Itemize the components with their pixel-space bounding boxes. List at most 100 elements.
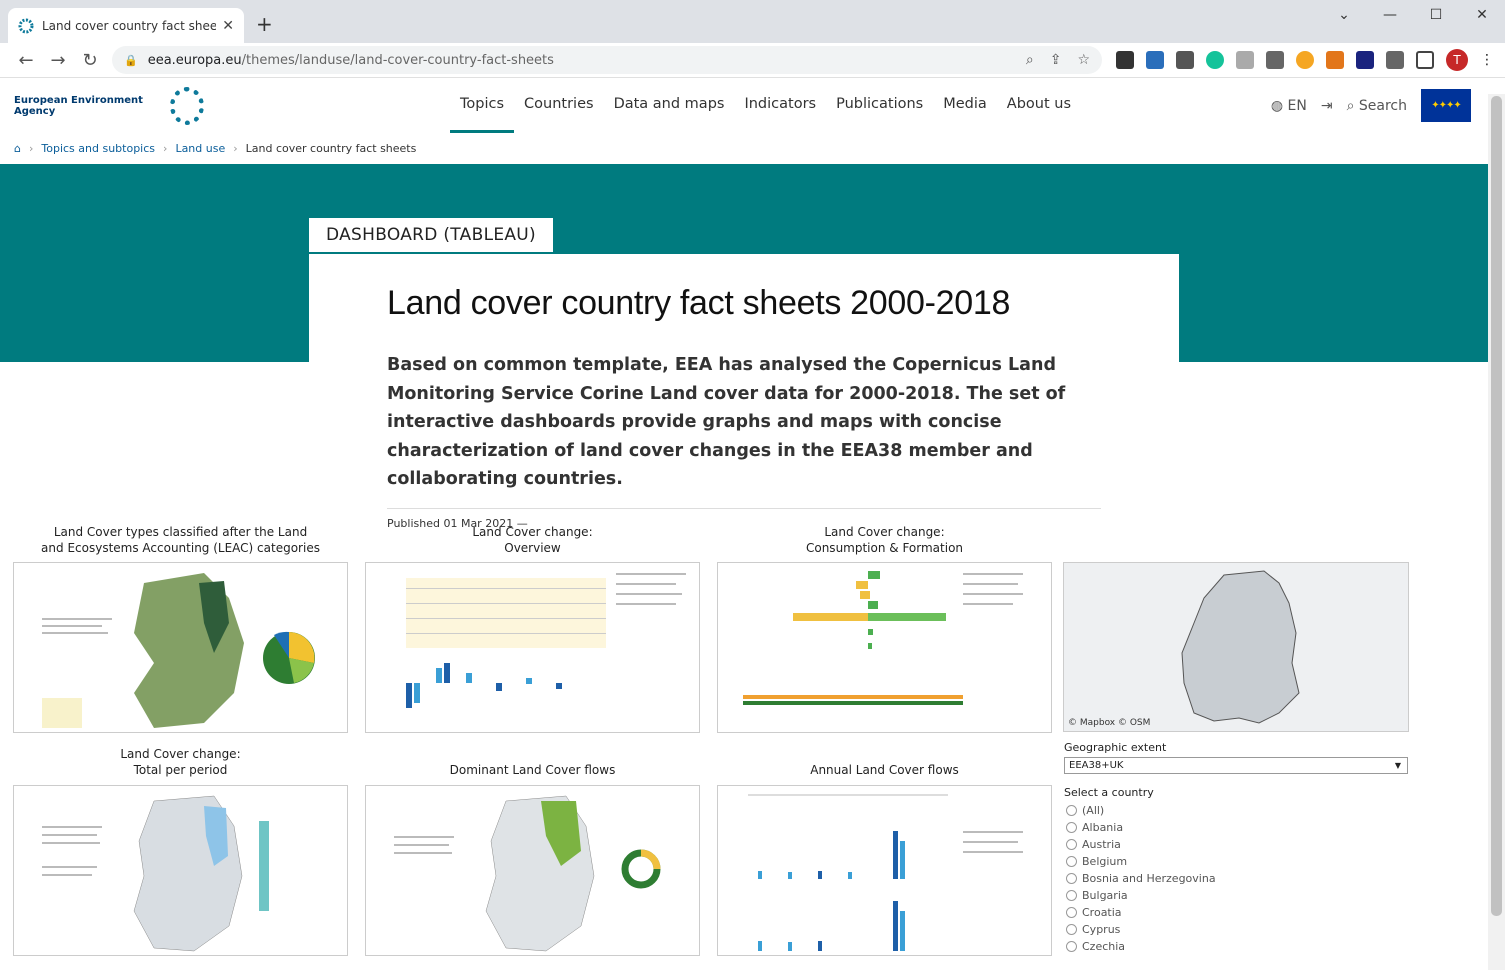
dashboard-title-annual: Annual Land Cover flows	[717, 762, 1052, 778]
breadcrumb-land-use[interactable]: Land use	[175, 142, 225, 155]
page-title: Land cover country fact sheets 2000-2018	[387, 284, 1011, 322]
main-nav: Topics Countries Data and maps Indicator…	[450, 78, 1081, 133]
dashboard-thumb-leac[interactable]	[13, 562, 348, 733]
breadcrumb-topics[interactable]: Topics and subtopics	[41, 142, 155, 155]
url-path: /themes/landuse/land-cover-country-fact-…	[241, 52, 554, 68]
maximize-icon[interactable]: ☐	[1413, 0, 1459, 30]
radio-icon	[1066, 805, 1077, 816]
language-selector[interactable]: ◍ EN	[1271, 98, 1307, 114]
radio-icon	[1066, 907, 1077, 918]
country-option[interactable]: Bulgaria	[1066, 887, 1216, 904]
eea-logo[interactable]: European Environment Agency	[14, 86, 204, 125]
dashboard-thumb-consumption[interactable]	[717, 562, 1052, 733]
back-icon[interactable]: ←	[10, 50, 42, 71]
dashboard-thumb-overview[interactable]	[365, 562, 700, 733]
lock-icon[interactable]: 🔒	[124, 54, 138, 67]
reload-icon[interactable]: ↻	[74, 50, 106, 71]
share-icon[interactable]: ⇪	[1050, 52, 1062, 68]
extension-icon[interactable]	[1236, 51, 1254, 69]
extension-icon[interactable]	[1146, 51, 1164, 69]
country-option[interactable]: Czechia	[1066, 938, 1216, 955]
forward-icon[interactable]: →	[42, 50, 74, 71]
nav-publications[interactable]: Publications	[826, 78, 933, 133]
puzzle-icon[interactable]	[1386, 51, 1404, 69]
search-icon: ⌕	[1346, 97, 1355, 114]
browser-tab[interactable]: Land cover country fact sheets 20 ✕	[8, 8, 244, 43]
new-tab-icon[interactable]: +	[256, 12, 273, 36]
dashboard-thumb-dominant[interactable]	[365, 785, 700, 956]
total-map-preview	[42, 795, 269, 952]
geographic-extent-select[interactable]: EEA38+UK ▼	[1064, 757, 1408, 774]
browser-tabstrip: Land cover country fact sheets 20 ✕ + ⌄ …	[0, 0, 1505, 43]
dashboard-thumb-total[interactable]	[13, 785, 348, 956]
breadcrumb: ⌂ › Topics and subtopics › Land use › La…	[0, 133, 1505, 163]
close-window-icon[interactable]: ✕	[1459, 0, 1505, 30]
dashboard-title-line: Total per period	[133, 763, 228, 777]
country-option[interactable]: Cyprus	[1066, 921, 1216, 938]
address-bar[interactable]: 🔒 eea.europa.eu/themes/landuse/land-cove…	[112, 46, 1102, 74]
dashboard-title-line: Land Cover types classified after the La…	[53, 525, 308, 539]
country-option[interactable]: Albania	[1066, 819, 1216, 836]
country-option[interactable]: (All)	[1066, 802, 1216, 819]
extension-icon[interactable]	[1176, 51, 1194, 69]
eea-logo-icon	[170, 86, 204, 125]
logo-text: European Environment Agency	[14, 94, 143, 117]
leac-map-preview	[42, 573, 315, 728]
browser-toolbar: ← → ↻ 🔒 eea.europa.eu/themes/landuse/lan…	[0, 43, 1505, 78]
dominant-map-preview	[394, 795, 661, 952]
extension-icon[interactable]	[1356, 51, 1374, 69]
grammarly-icon[interactable]	[1206, 51, 1224, 69]
country-option[interactable]: Belgium	[1066, 853, 1216, 870]
country-radio-list: (All) Albania Austria Belgium Bosnia and…	[1066, 802, 1216, 955]
country-map[interactable]: © Mapbox © OSM	[1063, 562, 1409, 732]
minimize-icon[interactable]: —	[1367, 0, 1413, 30]
country-label: Bulgaria	[1082, 889, 1128, 902]
nav-about-us[interactable]: About us	[997, 78, 1081, 133]
bookmark-star-icon[interactable]: ☆	[1077, 52, 1090, 68]
radio-icon	[1066, 839, 1077, 850]
dashboard-title-line: Consumption & Formation	[805, 541, 964, 555]
nav-data-and-maps[interactable]: Data and maps	[604, 78, 735, 133]
country-label: Cyprus	[1082, 923, 1121, 936]
dashboard-title-line: Land Cover change:	[120, 747, 241, 761]
search-button[interactable]: ⌕ Search	[1347, 98, 1407, 114]
dropdown-arrow-icon: ▼	[1394, 761, 1401, 770]
annual-chart-preview	[748, 794, 1023, 951]
scrollbar-thumb[interactable]	[1491, 96, 1502, 916]
nav-topics[interactable]: Topics	[450, 78, 515, 133]
country-option[interactable]: Bosnia and Herzegovina	[1066, 870, 1216, 887]
extension-icon[interactable]	[1296, 51, 1314, 69]
nav-countries[interactable]: Countries	[514, 78, 604, 133]
nav-media[interactable]: Media	[933, 78, 997, 133]
dashboard-thumb-annual[interactable]	[717, 785, 1052, 956]
country-label: Belgium	[1082, 855, 1128, 868]
metamask-icon[interactable]	[1326, 51, 1344, 69]
dashboard-title-leac: Land Cover types classified after the La…	[13, 524, 348, 556]
page-scrollbar[interactable]	[1488, 94, 1505, 970]
country-option[interactable]: Croatia	[1066, 904, 1216, 921]
nav-indicators[interactable]: Indicators	[734, 78, 826, 133]
tab-search-icon[interactable]: ⌄	[1321, 0, 1367, 30]
overview-chart-preview	[406, 573, 686, 708]
home-icon[interactable]: ⌂	[14, 142, 21, 155]
eu-flag-icon[interactable]: ✦✦✦✦	[1421, 89, 1471, 122]
profile-avatar[interactable]: T	[1446, 49, 1468, 71]
zoom-icon[interactable]: ⌕	[1026, 52, 1034, 68]
select-country-label: Select a country	[1064, 786, 1154, 799]
eea-favicon-icon	[18, 18, 34, 33]
extension-icon[interactable]	[1266, 51, 1284, 69]
extension-icon[interactable]	[1116, 51, 1134, 69]
tab-close-icon[interactable]: ✕	[222, 18, 234, 34]
search-label: Search	[1358, 97, 1407, 114]
menu-kebab-icon[interactable]: ⋮	[1480, 51, 1494, 69]
login-icon[interactable]: ⇥	[1321, 98, 1333, 114]
lead-paragraph: Based on common template, EEA has analys…	[387, 355, 1066, 490]
extensions-bar: T ⋮	[1116, 49, 1494, 71]
window-controls: ⌄ — ☐ ✕	[1321, 0, 1505, 30]
side-panel-icon[interactable]	[1416, 51, 1434, 69]
country-label: Albania	[1082, 821, 1124, 834]
country-label: Czechia	[1082, 940, 1126, 953]
country-option[interactable]: Austria	[1066, 836, 1216, 853]
country-label: Austria	[1082, 838, 1121, 851]
map-credit: © Mapbox © OSM	[1068, 718, 1151, 728]
